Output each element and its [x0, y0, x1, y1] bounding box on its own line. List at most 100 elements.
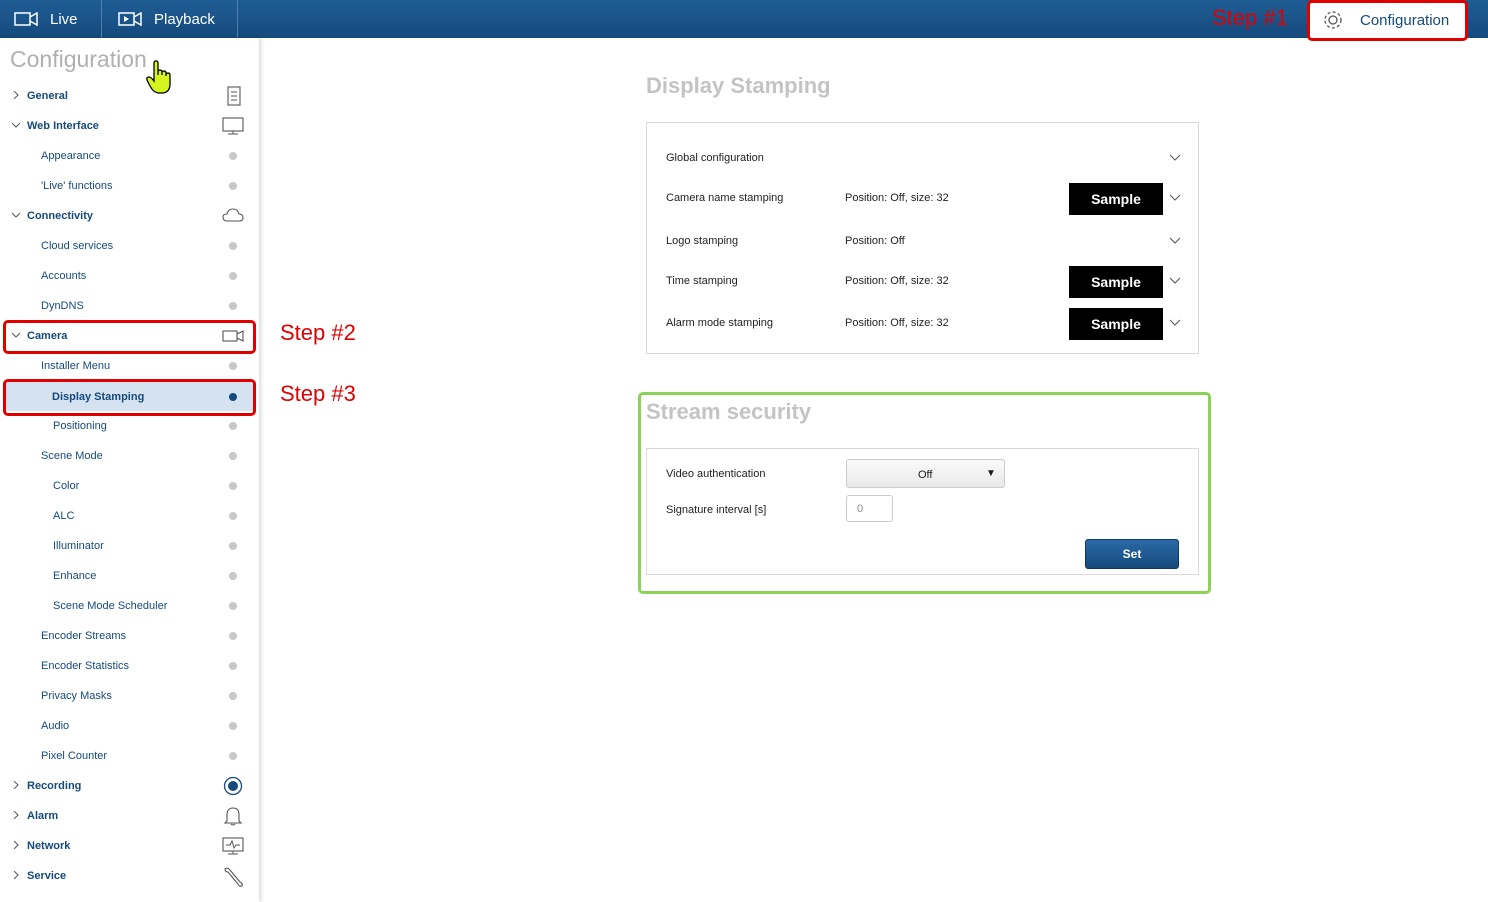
sidebar-item-label: Alarm: [27, 810, 59, 822]
playback-icon: [118, 12, 142, 26]
chevron-right-icon[interactable]: [12, 871, 20, 879]
chevron-down-icon[interactable]: [12, 121, 20, 129]
monitor-icon: [222, 116, 244, 136]
stamping-row-label: Alarm mode stamping: [666, 317, 773, 329]
sidebar-item-label: Network: [27, 840, 71, 852]
chevron-down-icon[interactable]: [12, 211, 20, 219]
sidebar-item-label: Scene Mode: [41, 450, 103, 462]
status-dot-icon: [229, 482, 237, 490]
sidebar-item-label: General: [27, 90, 68, 102]
sidebar-item-encoder-streams[interactable]: Encoder Streams: [0, 621, 259, 651]
sidebar-item-enhance[interactable]: Enhance: [0, 561, 259, 591]
record-icon: [222, 776, 244, 796]
step1-annotation: Step #1: [1212, 5, 1288, 30]
status-dot-icon: [229, 512, 237, 520]
sidebar-item-accounts[interactable]: Accounts: [0, 261, 259, 291]
chevron-right-icon[interactable]: [12, 811, 20, 819]
status-dot-icon: [229, 182, 237, 190]
video-camera-icon: [14, 12, 38, 26]
expand-chevron-icon[interactable]: [1169, 237, 1181, 245]
sidebar-item-label: Encoder Statistics: [41, 660, 130, 672]
sidebar-item-label: 'Live' functions: [41, 180, 113, 192]
sidebar-item-recording[interactable]: Recording: [0, 771, 259, 801]
sidebar-item-label: Accounts: [41, 270, 87, 282]
sidebar-item-label: Color: [53, 480, 80, 492]
sidebar-item-label: Enhance: [53, 570, 97, 582]
status-dot-icon: [229, 662, 237, 670]
status-dot-icon: [229, 722, 237, 730]
chevron-right-icon[interactable]: [12, 841, 20, 849]
sidebar-item-installer-menu[interactable]: Installer Menu: [0, 351, 259, 381]
expand-chevron-icon[interactable]: [1169, 154, 1181, 162]
stamping-row-label: Time stamping: [666, 275, 738, 287]
stamping-row-value: Position: Off, size: 32: [845, 192, 949, 204]
stamping-sample-preview: Sample: [1069, 183, 1163, 215]
stamping-row-label: Logo stamping: [666, 235, 739, 247]
chevron-right-icon[interactable]: [12, 781, 20, 789]
step2-annotation: Step #2: [280, 320, 356, 345]
tab-live[interactable]: Live: [0, 0, 102, 38]
step3-highlight: [3, 379, 256, 416]
sidebar-item-privacy-masks[interactable]: Privacy Masks: [0, 681, 259, 711]
sidebar-item-general[interactable]: General: [0, 81, 259, 111]
expand-chevron-icon[interactable]: [1169, 319, 1181, 327]
stamping-sample-preview: Sample: [1069, 308, 1163, 340]
sidebar-item-network[interactable]: Network: [0, 831, 259, 861]
stamping-row-label: Global configuration: [666, 152, 764, 164]
tab-live-label: Live: [50, 10, 78, 28]
sidebar-item-appearance[interactable]: Appearance: [0, 141, 259, 171]
status-dot-icon: [229, 242, 237, 250]
sidebar-item-service[interactable]: Service: [0, 861, 259, 891]
sidebar-item-label: Installer Menu: [41, 360, 111, 372]
status-dot-icon: [229, 542, 237, 550]
sidebar-item-cloud-services[interactable]: Cloud services: [0, 231, 259, 261]
sidebar-title: Configuration: [10, 46, 147, 72]
sidebar-item-alc[interactable]: ALC: [0, 501, 259, 531]
status-dot-icon: [229, 272, 237, 280]
cloud-icon: [222, 206, 244, 226]
status-dot-icon: [229, 692, 237, 700]
sidebar-item-label: Web Interface: [27, 120, 99, 132]
document-icon: [222, 86, 244, 106]
expand-chevron-icon[interactable]: [1169, 194, 1181, 202]
step1-highlight: [1307, 0, 1468, 41]
sidebar-item-label: ALC: [53, 510, 75, 522]
status-dot-icon: [229, 572, 237, 580]
stamping-row-value: Position: Off, size: 32: [845, 275, 949, 287]
sidebar-item-pixel-counter[interactable]: Pixel Counter: [0, 741, 259, 771]
sidebar-item-live-functions[interactable]: 'Live' functions: [0, 171, 259, 201]
sidebar-item-illuminator[interactable]: Illuminator: [0, 531, 259, 561]
sidebar-item-label: Service: [27, 870, 67, 882]
stamping-row-label: Camera name stamping: [666, 192, 784, 204]
tab-playback[interactable]: Playback: [102, 0, 238, 38]
sidebar-item-label: Scene Mode Scheduler: [53, 600, 168, 612]
status-dot-icon: [229, 452, 237, 460]
sidebar-item-color[interactable]: Color: [0, 471, 259, 501]
status-dot-icon: [229, 302, 237, 310]
sidebar-item-label: DynDNS: [41, 300, 84, 312]
stamping-row-value: Position: Off, size: 32: [845, 317, 949, 329]
stream-security-highlight: [638, 392, 1211, 594]
sidebar-item-encoder-statistics[interactable]: Encoder Statistics: [0, 651, 259, 681]
sidebar-item-label: Pixel Counter: [41, 750, 108, 762]
sidebar-item-label: Privacy Masks: [41, 690, 112, 702]
sidebar-item-label: Appearance: [41, 150, 101, 162]
status-dot-icon: [229, 632, 237, 640]
sidebar-item-alarm[interactable]: Alarm: [0, 801, 259, 831]
status-dot-icon: [229, 362, 237, 370]
stamping-row-value: Position: Off: [845, 235, 905, 247]
wrench-icon: [222, 866, 244, 887]
sidebar-item-dyndns[interactable]: DynDNS: [0, 291, 259, 321]
sidebar-item-label: Cloud services: [41, 240, 114, 252]
sidebar-item-label: Illuminator: [53, 540, 104, 552]
expand-chevron-icon[interactable]: [1169, 277, 1181, 285]
stamping-sample-preview: Sample: [1069, 266, 1163, 298]
sidebar-item-web-interface[interactable]: Web Interface: [0, 111, 259, 141]
sidebar-item-audio[interactable]: Audio: [0, 711, 259, 741]
sidebar-item-scene-mode[interactable]: Scene Mode: [0, 441, 259, 471]
chevron-right-icon[interactable]: [12, 91, 20, 99]
sidebar-item-connectivity[interactable]: Connectivity: [0, 201, 259, 231]
display-stamping-title: Display Stamping: [646, 73, 831, 98]
sidebar-item-label: Connectivity: [27, 210, 94, 222]
sidebar-item-scene-mode-scheduler[interactable]: Scene Mode Scheduler: [0, 591, 259, 621]
